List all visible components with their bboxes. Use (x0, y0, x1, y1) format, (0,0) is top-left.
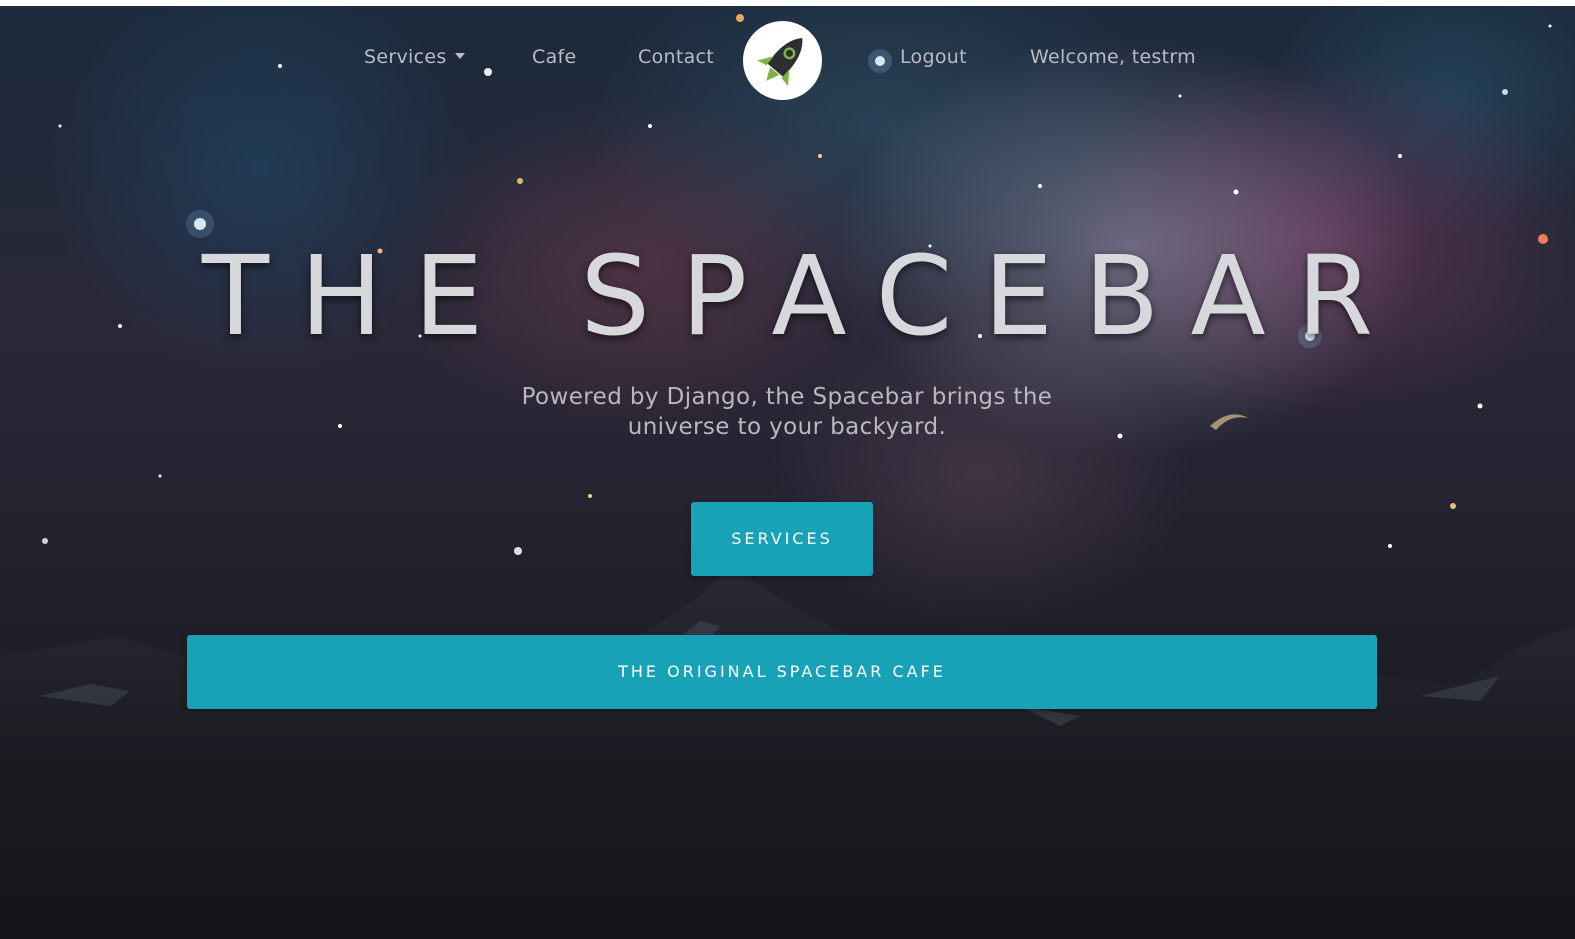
logo-link[interactable] (743, 21, 822, 100)
nav-cafe-link[interactable]: Cafe (532, 46, 577, 74)
mountain-silhouette (0, 566, 1575, 939)
chevron-down-icon (454, 53, 465, 59)
top-navbar: Services Cafe Contact Logout Welcome, te… (0, 6, 1575, 116)
hero-subtitle-line-2: universe to your backyard. (627, 414, 947, 440)
spacebar-cafe-button[interactable]: THE ORIGINAL SPACEBAR CAFE (187, 635, 1377, 709)
hero-background: Services Cafe Contact Logout Welcome, te… (0, 6, 1575, 939)
nav-services-label: Services (364, 46, 447, 68)
services-button[interactable]: SERVICES (691, 502, 873, 576)
nav-welcome-user[interactable]: Welcome, testrm (1030, 46, 1196, 74)
nav-contact-link[interactable]: Contact (638, 46, 714, 74)
nav-logout-link[interactable]: Logout (900, 46, 967, 74)
hero-subtitle: Powered by Django, the Spacebar brings t… (487, 382, 1087, 442)
nav-services-dropdown[interactable]: Services (364, 46, 465, 74)
hero-subtitle-line-1: Powered by Django, the Spacebar brings t… (521, 384, 1053, 410)
hero-title: THE SPACEBAR (201, 232, 1405, 360)
rocket-icon (757, 38, 803, 87)
